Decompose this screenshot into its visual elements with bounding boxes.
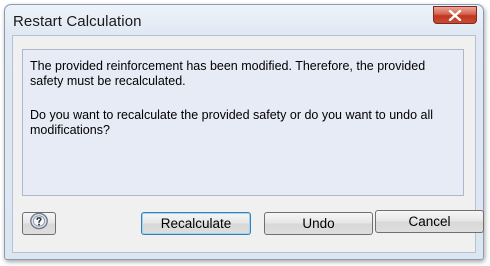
- help-button[interactable]: [22, 212, 56, 235]
- cancel-button[interactable]: Cancel: [375, 210, 484, 233]
- title-bar[interactable]: Restart Calculation: [5, 5, 483, 35]
- close-button[interactable]: [433, 6, 477, 24]
- close-icon: [448, 9, 462, 21]
- recalculate-button[interactable]: Recalculate: [141, 212, 251, 235]
- message-text-modified: The provided reinforcement has been modi…: [30, 59, 426, 88]
- undo-button[interactable]: Undo: [264, 212, 373, 235]
- message-text-question: Do you want to recalculate the provided …: [30, 108, 434, 137]
- dialog-title: Restart Calculation: [13, 13, 142, 30]
- message-panel: The provided reinforcement has been modi…: [22, 49, 464, 196]
- help-icon: [29, 212, 49, 235]
